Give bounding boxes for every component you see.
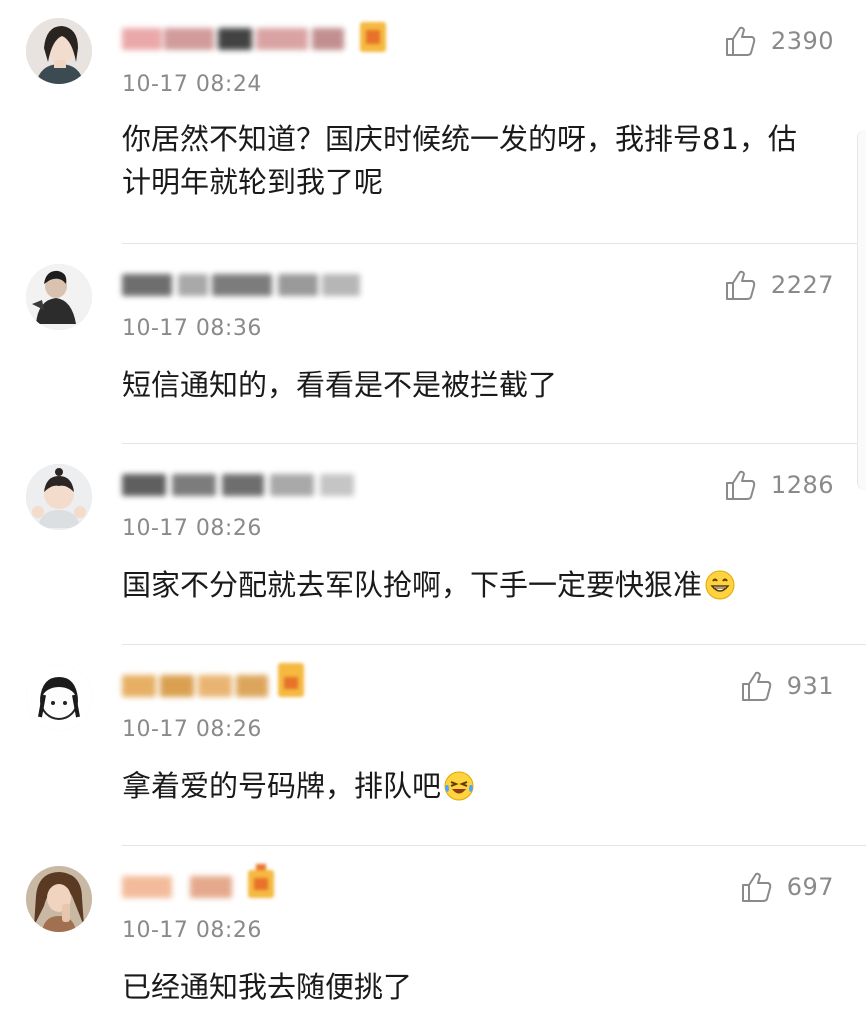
thumbs-up-icon <box>725 26 756 56</box>
thumbs-up-icon <box>741 671 771 701</box>
avatar[interactable] <box>26 18 92 84</box>
thumbs-up-icon <box>741 872 771 902</box>
comment-text: 已经通知我去随便挑了 <box>122 970 413 1004</box>
username-blurred[interactable] <box>122 22 347 56</box>
like-button[interactable]: 2390 <box>723 24 834 58</box>
comment-timestamp: 10-17 08:36 <box>122 316 262 341</box>
like-button[interactable]: 931 <box>739 669 834 703</box>
avatar[interactable] <box>26 665 92 731</box>
like-count: 931 <box>786 672 834 700</box>
comment-item: 10-17 08:36 短信通知的，看看是不是被拦截了 2227 <box>0 244 866 444</box>
comment-timestamp: 10-17 08:26 <box>122 918 262 943</box>
vip-badge-icon <box>246 864 276 898</box>
like-count: 2390 <box>770 27 834 55</box>
comment-timestamp: 10-17 08:24 <box>122 72 262 97</box>
laughing-tears-emoji <box>444 771 474 801</box>
comment-text-content: 拿着爱的号码牌，排队吧 <box>122 769 442 803</box>
comment-text-content: 国家不分配就去军队抢啊，下手一定要快狠准 <box>122 568 703 602</box>
like-button[interactable]: 2227 <box>723 268 834 302</box>
avatar[interactable] <box>26 264 92 330</box>
comment-item: 10-17 08:26 国家不分配就去军队抢啊，下手一定要快狠准 1286 <box>0 444 866 645</box>
comment-item: 10-17 08:24 你居然不知道？国庆时候统一发的呀，我排号81，估计明年就… <box>0 0 866 244</box>
like-button[interactable]: 697 <box>739 870 834 904</box>
avatar[interactable] <box>26 464 92 530</box>
username-blurred[interactable] <box>122 268 362 302</box>
grinning-face-emoji <box>705 570 735 600</box>
comment-text: 国家不分配就去军队抢啊，下手一定要快狠准 <box>122 564 812 607</box>
like-count: 1286 <box>770 471 834 499</box>
thumbs-up-icon <box>725 470 756 500</box>
username-blurred[interactable] <box>122 669 270 703</box>
vip-badge-icon <box>276 661 306 697</box>
like-button[interactable]: 1286 <box>723 468 834 502</box>
scroll-indicator[interactable] <box>857 130 866 490</box>
comment-item: 10-17 08:26 已经通知我去随便挑了 697 <box>0 846 866 1036</box>
username-blurred[interactable] <box>122 468 357 502</box>
comment-text: 你居然不知道？国庆时候统一发的呀，我排号81，估计明年就轮到我了呢 <box>122 122 797 199</box>
comment-text: 短信通知的，看看是不是被拦截了 <box>122 368 558 402</box>
like-count: 697 <box>786 873 834 901</box>
comment-item: 10-17 08:26 拿着爱的号码牌，排队吧 931 <box>0 645 866 846</box>
avatar[interactable] <box>26 866 92 932</box>
comment-text: 拿着爱的号码牌，排队吧 <box>122 765 812 808</box>
comment-feed: 10-17 08:24 你居然不知道？国庆时候统一发的呀，我排号81，估计明年就… <box>0 0 866 1036</box>
like-count: 2227 <box>770 271 834 299</box>
comment-timestamp: 10-17 08:26 <box>122 717 262 742</box>
vip-badge-icon <box>358 20 388 54</box>
comment-timestamp: 10-17 08:26 <box>122 516 262 541</box>
thumbs-up-icon <box>725 270 756 300</box>
username-blurred[interactable] <box>122 870 234 904</box>
